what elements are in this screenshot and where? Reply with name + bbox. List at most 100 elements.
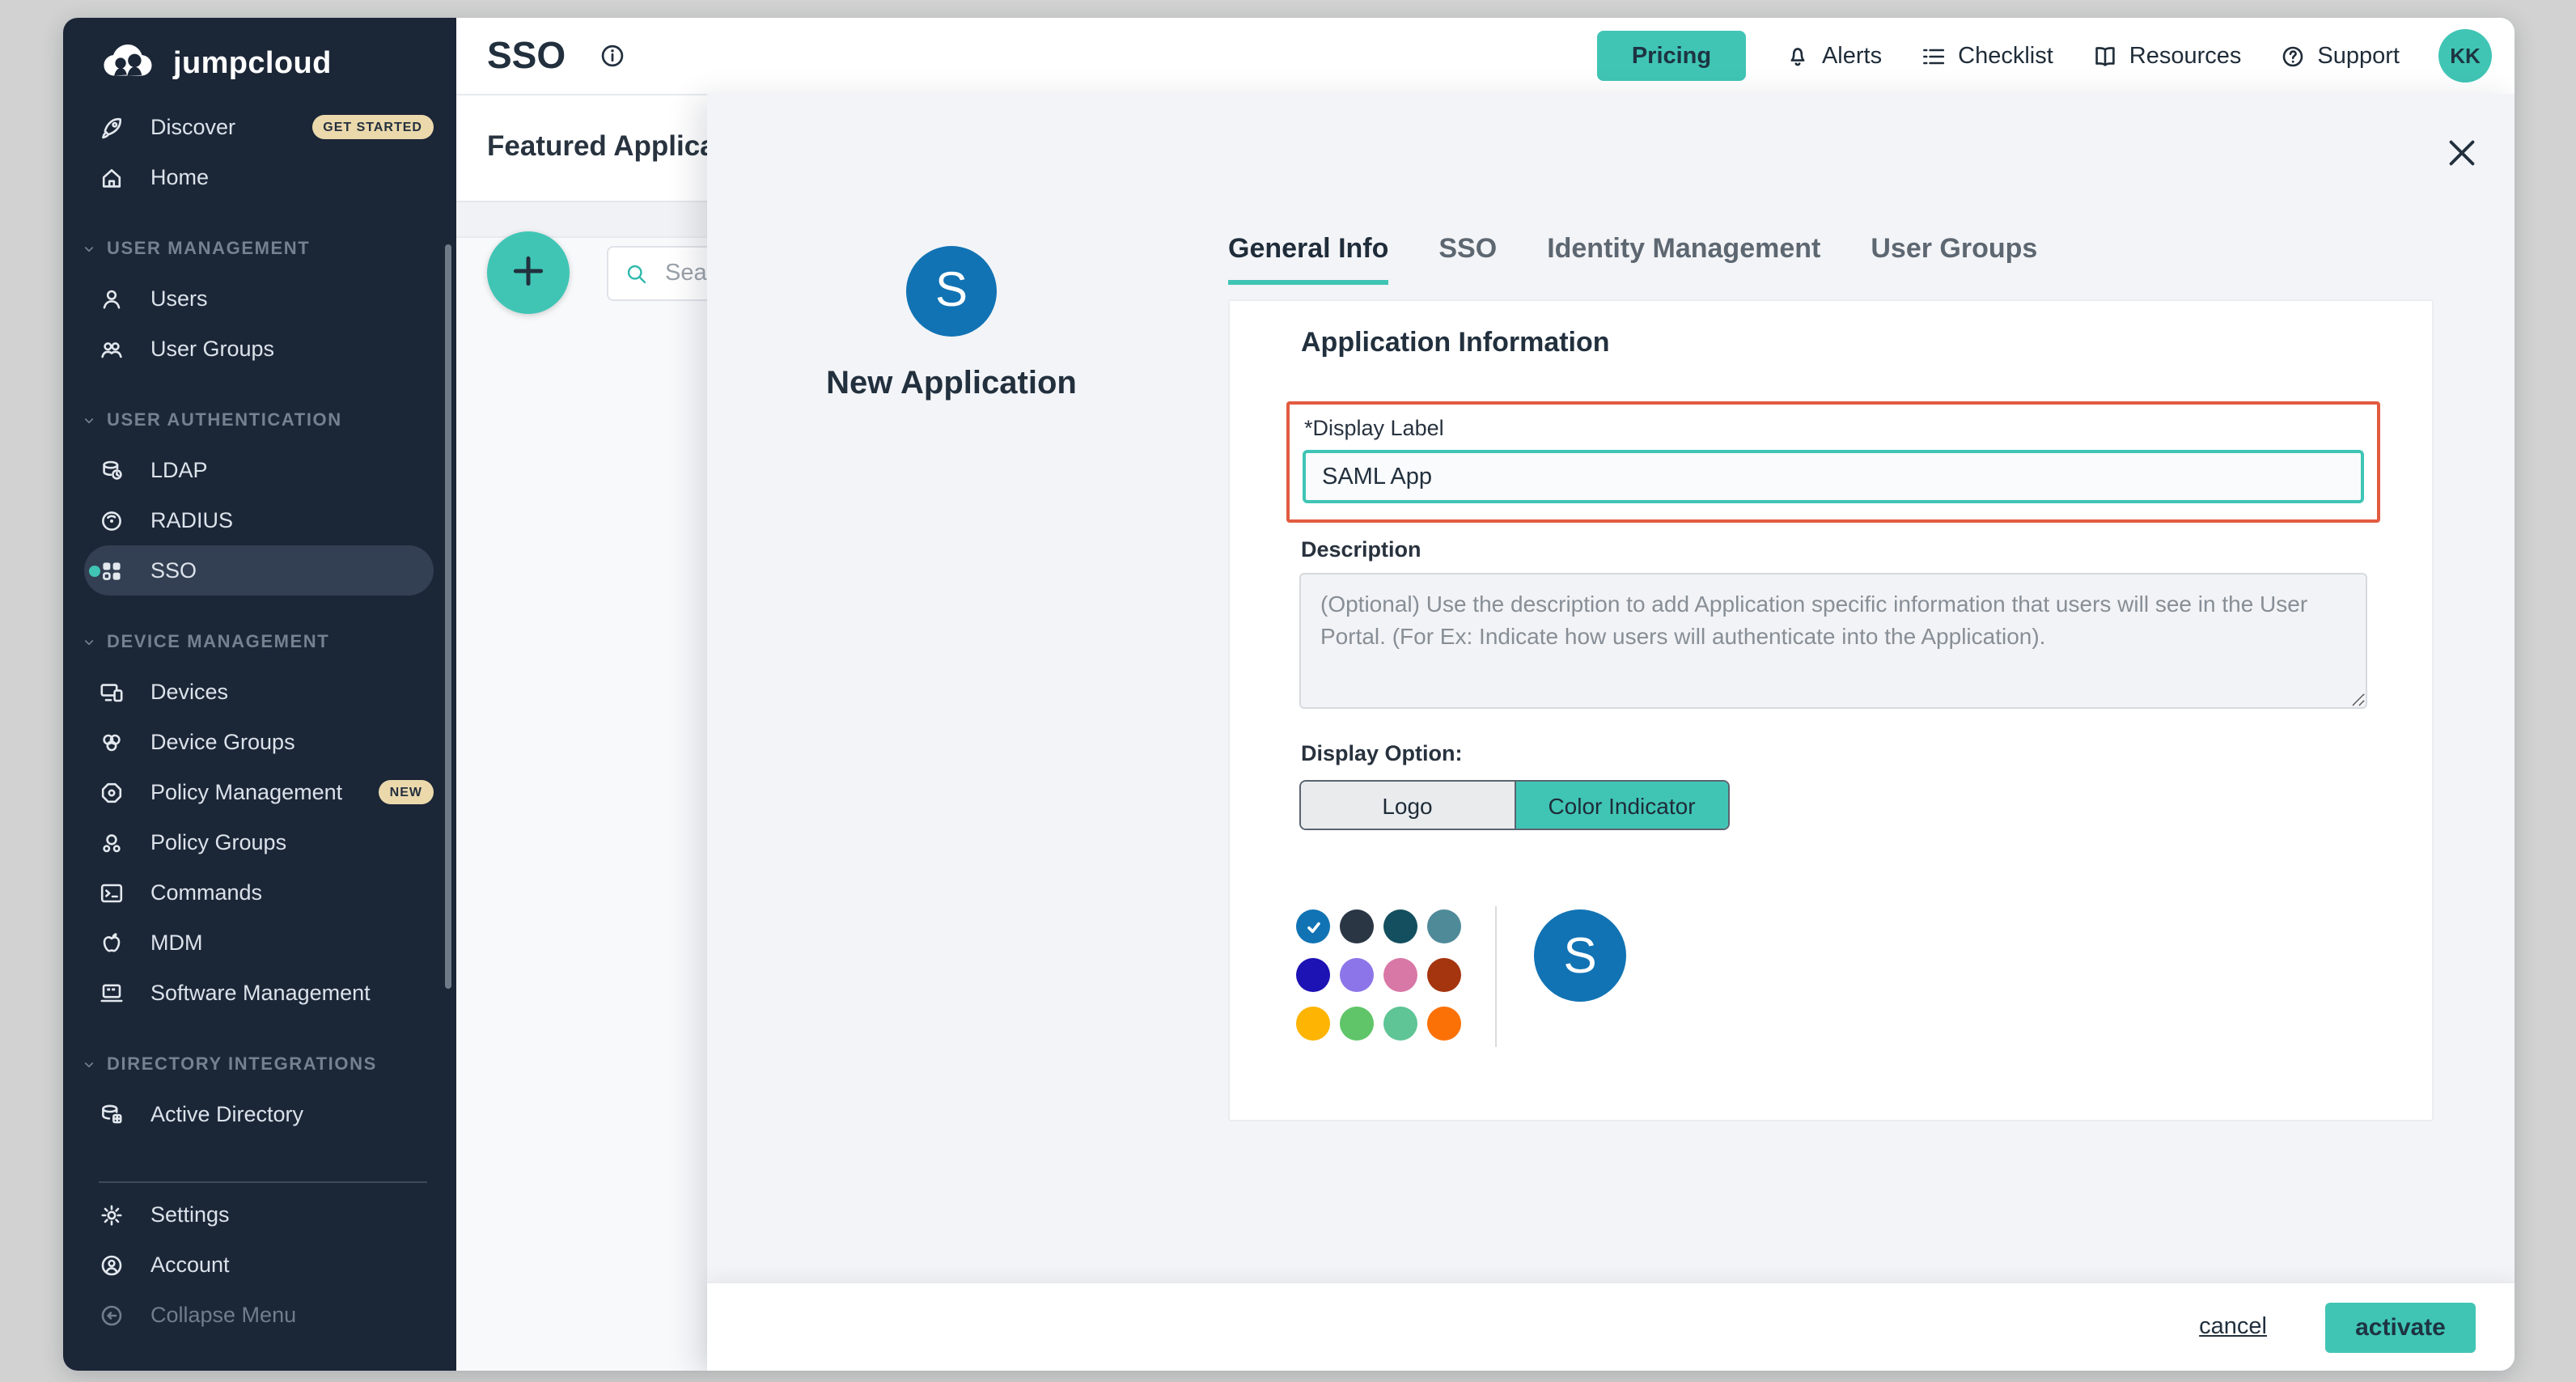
user-avatar[interactable]: KK [2438, 29, 2492, 83]
sidebar-item-devices[interactable]: Devices [63, 667, 456, 717]
color-palette [1296, 909, 1461, 1041]
color-swatch[interactable] [1383, 909, 1417, 943]
checklist-icon [1921, 43, 1947, 69]
policy-groups-icon [99, 829, 125, 855]
sidebar-item-settings[interactable]: Settings [63, 1189, 456, 1240]
pricing-button[interactable]: Pricing [1597, 31, 1746, 81]
close-icon [2443, 134, 2480, 176]
tab-user-groups[interactable]: User Groups [1871, 233, 2037, 285]
tab-identity-management[interactable]: Identity Management [1547, 233, 1820, 285]
check-icon [1303, 917, 1323, 936]
device-groups-icon [99, 729, 125, 755]
sidebar-badge: GET STARTED [311, 115, 434, 139]
jumpcloud-admin-window: jumpcloud DiscoverGET STARTEDHome USER MA… [63, 18, 2515, 1371]
featured-applications-heading: Featured Applica [487, 129, 716, 163]
card-title: Application Information [1301, 327, 1610, 359]
sidebar-item-radius[interactable]: RADIUS [63, 495, 456, 545]
active-directory-icon [99, 1101, 125, 1127]
new-application-panel: S New Application General Info SSO Ident… [707, 94, 2515, 1371]
color-swatch[interactable] [1340, 958, 1374, 992]
tab-general-info[interactable]: General Info [1228, 233, 1388, 285]
color-swatch[interactable] [1383, 1007, 1417, 1041]
display-label-label: *Display Label [1304, 416, 1444, 440]
sidebar-section-directory-integrations[interactable]: DIRECTORY INTEGRATIONS [63, 1041, 456, 1089]
new-application-title: New Application [773, 366, 1129, 403]
sidebar-item-account[interactable]: Account [63, 1240, 456, 1290]
resources-button[interactable]: Resources [2092, 43, 2242, 69]
support-button[interactable]: Support [2280, 43, 2400, 69]
sidebar-item-mdm[interactable]: MDM [63, 918, 456, 968]
color-swatch[interactable] [1340, 909, 1374, 943]
cancel-button[interactable]: cancel [2189, 1312, 2277, 1342]
sidebar-item-device-groups[interactable]: Device Groups [63, 717, 456, 767]
rocket-icon [99, 114, 125, 140]
sidebar: jumpcloud DiscoverGET STARTEDHome USER MA… [63, 18, 456, 1371]
toggle-logo[interactable]: Logo [1301, 782, 1514, 829]
sidebar-item-users[interactable]: Users [63, 273, 456, 324]
description-textarea[interactable] [1299, 573, 2367, 709]
user-group-icon [99, 336, 125, 362]
question-icon [2280, 43, 2306, 69]
alerts-button[interactable]: Alerts [1785, 43, 1882, 69]
desktop-frame: jumpcloud DiscoverGET STARTEDHome USER MA… [0, 0, 2576, 1382]
sidebar-item-ldap[interactable]: LDAP [63, 445, 456, 495]
info-icon[interactable] [598, 42, 625, 70]
logo-wordmark: jumpcloud [173, 47, 332, 83]
devices-icon [99, 679, 125, 705]
sidebar-section-user-authentication[interactable]: USER AUTHENTICATION [63, 396, 456, 445]
sidebar-item-policy-groups[interactable]: Policy Groups [63, 817, 456, 867]
apple-icon [99, 930, 125, 956]
sso-grid-icon [99, 557, 125, 583]
chevron-down-icon [81, 241, 97, 257]
jumpcloud-cloud-icon [95, 40, 160, 89]
sidebar-item-commands[interactable]: Commands [63, 867, 456, 918]
collapse-icon [99, 1302, 125, 1328]
display-option-toggle: Logo Color Indicator [1299, 780, 1730, 830]
sidebar-item-active-directory[interactable]: Active Directory [63, 1089, 456, 1139]
activate-button[interactable]: activate [2325, 1302, 2476, 1352]
chevron-down-icon [81, 634, 97, 651]
color-swatch[interactable] [1427, 909, 1461, 943]
topbar: SSO Pricing Alerts Checklist Resources [456, 18, 2515, 95]
toggle-color-indicator[interactable]: Color Indicator [1514, 782, 1728, 829]
jumpcloud-logo[interactable]: jumpcloud [63, 18, 456, 89]
sidebar-item-home[interactable]: Home [63, 152, 456, 202]
color-swatch-selected[interactable] [1296, 909, 1330, 943]
modal-tabs: General Info SSO Identity Management Use… [1228, 233, 2037, 285]
account-icon [99, 1252, 125, 1278]
application-information-card: Application Information *Display Label D… [1228, 299, 2434, 1121]
sidebar-item-software-management[interactable]: Software Management [63, 968, 456, 1018]
description-label: Description [1301, 537, 1421, 562]
color-swatch[interactable] [1383, 958, 1417, 992]
search-icon [625, 261, 649, 286]
sidebar-scrollbar[interactable] [445, 244, 451, 989]
sidebar-section-user-management[interactable]: USER MANAGEMENT [63, 225, 456, 273]
sidebar-item-collapse-menu[interactable]: Collapse Menu [63, 1290, 456, 1340]
sidebar-badge: NEW [379, 780, 434, 804]
new-application-avatar: S [906, 246, 997, 337]
user-icon [99, 286, 125, 312]
plus-icon [508, 250, 549, 295]
color-swatch[interactable] [1427, 1007, 1461, 1041]
sidebar-item-sso[interactable]: SSO [84, 545, 434, 596]
close-button[interactable] [2440, 134, 2482, 176]
sidebar-item-user-groups[interactable]: User Groups [63, 324, 456, 374]
display-label-input[interactable] [1303, 450, 2364, 503]
color-swatch[interactable] [1340, 1007, 1374, 1041]
gear-icon [99, 1202, 125, 1227]
color-preview-avatar: S [1534, 909, 1626, 1002]
add-application-button[interactable] [487, 231, 570, 314]
terminal-icon [99, 880, 125, 905]
sidebar-item-discover[interactable]: DiscoverGET STARTED [63, 102, 456, 152]
sidebar-item-policy-management[interactable]: Policy ManagementNEW [63, 767, 456, 817]
checklist-button[interactable]: Checklist [1921, 43, 2053, 69]
sidebar-section-device-management[interactable]: DEVICE MANAGEMENT [63, 618, 456, 667]
color-swatch[interactable] [1296, 1007, 1330, 1041]
display-label-highlight-box: *Display Label [1286, 401, 2380, 523]
bell-icon [1785, 43, 1811, 69]
home-icon [99, 164, 125, 190]
color-swatch[interactable] [1296, 958, 1330, 992]
color-swatch[interactable] [1427, 958, 1461, 992]
tab-sso[interactable]: SSO [1438, 233, 1497, 285]
ldap-icon [99, 457, 125, 483]
